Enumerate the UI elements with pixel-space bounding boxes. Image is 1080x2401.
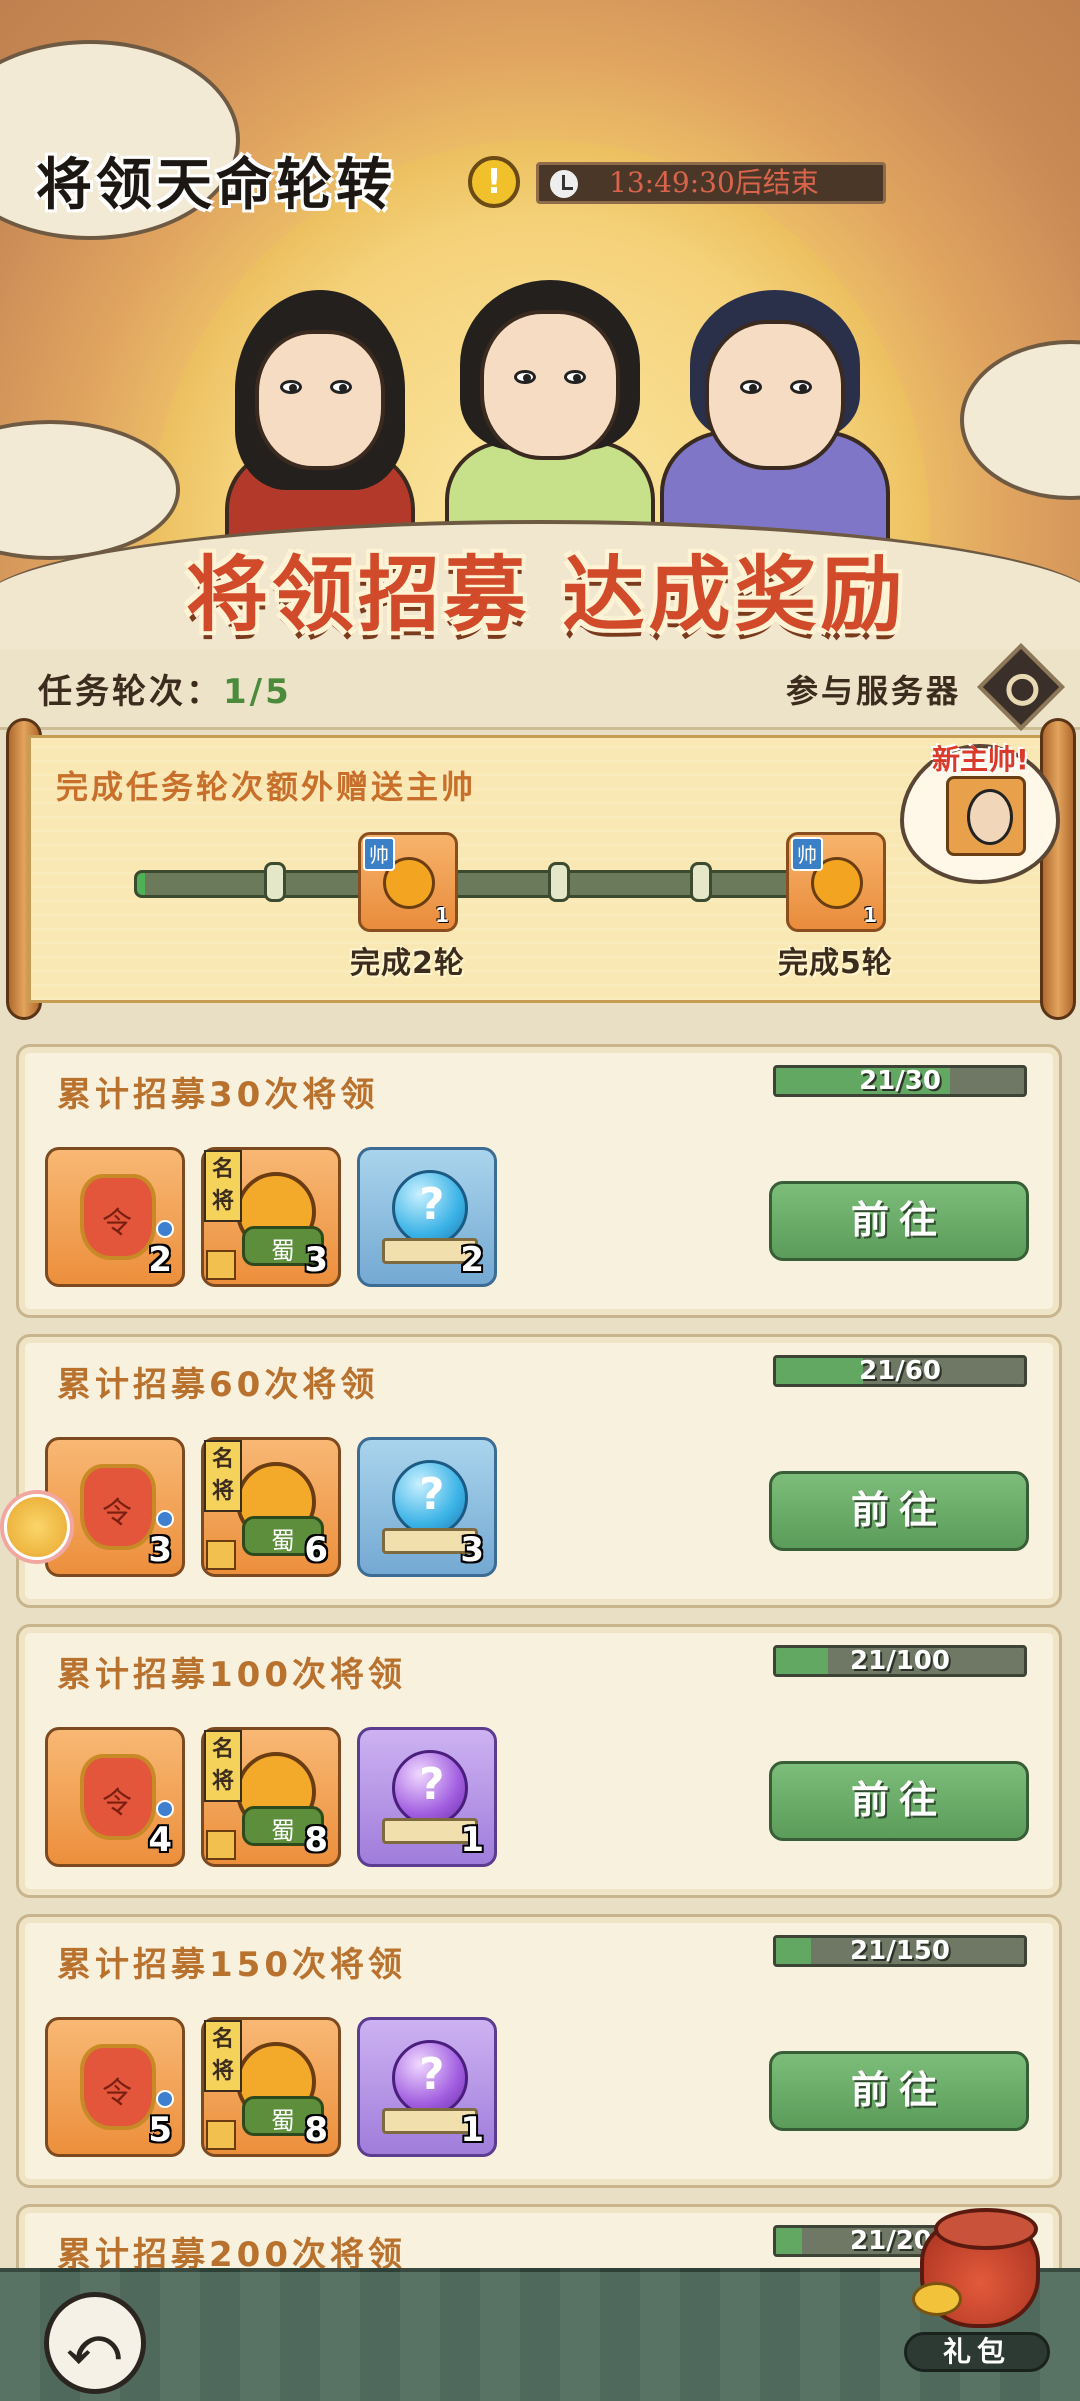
token-icon [80, 1754, 156, 1840]
exclamation-icon[interactable]: ! [468, 156, 520, 208]
reward-count: 1 [863, 903, 877, 927]
server-label: 参与服务器 [786, 672, 962, 710]
item-count: 1 [460, 1820, 484, 1860]
famous-general-tag: 名将 [204, 2020, 242, 2092]
task-progress-bar: 21/30 [773, 1065, 1027, 1097]
timer-text: 13:49:30后结束 [609, 166, 819, 199]
item-count: 3 [148, 1530, 172, 1570]
famous-general-tag: 名将 [204, 1730, 242, 1802]
back-button[interactable]: ⤺ [44, 2292, 146, 2394]
item-count: 8 [304, 1820, 328, 1860]
item-count: 6 [304, 1530, 328, 1570]
round-progress-track [134, 870, 874, 898]
task-card: 累计招募30次将领 21/30 2 名将 3 2 前往 [16, 1044, 1062, 1318]
hero-fragment-item[interactable]: 名将 8 [201, 2017, 341, 2157]
item-count: 2 [460, 1240, 484, 1280]
puzzle-icon [206, 1250, 236, 1280]
recruit-token-item[interactable]: 2 [45, 1147, 185, 1287]
progress-node [690, 862, 712, 902]
item-count: 8 [304, 2110, 328, 2150]
task-title: 累计招募100次将领 [57, 1655, 406, 1695]
puzzle-icon [206, 1830, 236, 1860]
mystery-orb-item[interactable]: 1 [357, 1727, 497, 1867]
milestone-reward-2[interactable]: 帅 1 [786, 832, 886, 932]
scroll-rod-right [1040, 718, 1076, 1020]
event-slogan: 将领招募 达成奖励 [186, 547, 907, 643]
task-progress-text: 21/60 [859, 1356, 941, 1386]
go-button[interactable]: 前往 [769, 2051, 1029, 2131]
task-title: 累计招募30次将领 [57, 1075, 379, 1115]
hero-fragment-item[interactable]: 名将 3 [201, 1147, 341, 1287]
task-card: 累计招募150次将领 21/150 5 名将 8 1 前往 [16, 1914, 1062, 2188]
recruit-token-item[interactable]: 3 [45, 1437, 185, 1577]
round-progress-fill [137, 873, 145, 895]
item-count: 1 [460, 2110, 484, 2150]
bonus-title: 完成任务轮次额外赠送主帅 [56, 768, 477, 806]
task-title: 累计招募60次将领 [57, 1365, 379, 1405]
page-title: 将领天命轮转 [36, 152, 396, 218]
round-label: 任务轮次：1/5 [38, 664, 292, 713]
mystery-orb-icon [392, 1750, 468, 1826]
clock-icon [547, 167, 581, 201]
task-progress-text: 21/150 [850, 1936, 950, 1966]
famous-general-tag: 名将 [204, 1150, 242, 1222]
go-button[interactable]: 前往 [769, 1181, 1029, 1261]
hero-fragment-item[interactable]: 名将 8 [201, 1727, 341, 1867]
item-count: 3 [460, 1530, 484, 1570]
badge-dot [156, 1800, 174, 1818]
task-card: 累计招募100次将领 21/100 4 名将 8 1 前往 [16, 1624, 1062, 1898]
mystery-orb-item[interactable]: 2 [357, 1147, 497, 1287]
mystery-orb-icon [392, 1460, 468, 1536]
item-count: 3 [304, 1240, 328, 1280]
new-commander-text: 新主帅! [932, 743, 1029, 776]
item-count: 5 [148, 2110, 172, 2150]
commander-tag: 帅 [791, 837, 823, 871]
task-progress-bar: 21/60 [773, 1355, 1027, 1387]
recruit-token-item[interactable]: 5 [45, 2017, 185, 2157]
commander-avatar [946, 776, 1026, 856]
progress-node [264, 862, 286, 902]
milestone-label-2: 完成5轮 [778, 946, 893, 981]
progress-node [548, 862, 570, 902]
puzzle-icon [206, 1540, 236, 1570]
coin-icon [912, 2282, 962, 2316]
countdown-timer: 13:49:30后结束 [536, 162, 886, 204]
milestone-label-1: 完成2轮 [350, 946, 465, 981]
token-icon [80, 2044, 156, 2130]
task-card: 累计招募60次将领 21/60 3 名将 6 3 前往 [16, 1334, 1062, 1608]
arrow-back-icon: ⤺ [67, 2317, 121, 2375]
puzzle-icon [206, 2120, 236, 2150]
round-value: 1/5 [223, 672, 292, 712]
task-progress-bar: 21/150 [773, 1935, 1027, 1967]
cloud-decoration [960, 340, 1080, 500]
item-count: 2 [148, 1240, 172, 1280]
badge-dot [156, 2090, 174, 2108]
mystery-orb-icon [392, 2040, 468, 2116]
go-button[interactable]: 前往 [769, 1761, 1029, 1841]
event-banner: 将领招募 达成奖励 [0, 0, 1080, 650]
commander-tag: 帅 [363, 837, 395, 871]
task-progress-bar: 21/100 [773, 1645, 1027, 1677]
milestone-reward-1[interactable]: 帅 1 [358, 832, 458, 932]
hero-fragment-item[interactable]: 名将 6 [201, 1437, 341, 1577]
token-icon [80, 1174, 156, 1260]
mystery-orb-icon [392, 1170, 468, 1246]
badge-dot [156, 1220, 174, 1238]
token-icon [80, 1464, 156, 1550]
item-count: 4 [148, 1820, 172, 1860]
task-progress-text: 21/100 [850, 1646, 950, 1676]
badge-dot [156, 1510, 174, 1528]
task-progress-text: 21/30 [859, 1066, 941, 1096]
recruit-token-item[interactable]: 4 [45, 1727, 185, 1867]
round-label-text: 任务轮次： [38, 672, 223, 712]
mystery-orb-item[interactable]: 3 [357, 1437, 497, 1577]
reward-count: 1 [435, 903, 449, 927]
mystery-orb-item[interactable]: 1 [357, 2017, 497, 2157]
floating-pet-icon[interactable] [4, 1494, 70, 1560]
go-button[interactable]: 前往 [769, 1471, 1029, 1551]
task-title: 累计招募150次将领 [57, 1945, 406, 1985]
famous-general-tag: 名将 [204, 1440, 242, 1512]
gift-pack-button[interactable]: 礼包 [904, 2332, 1050, 2372]
